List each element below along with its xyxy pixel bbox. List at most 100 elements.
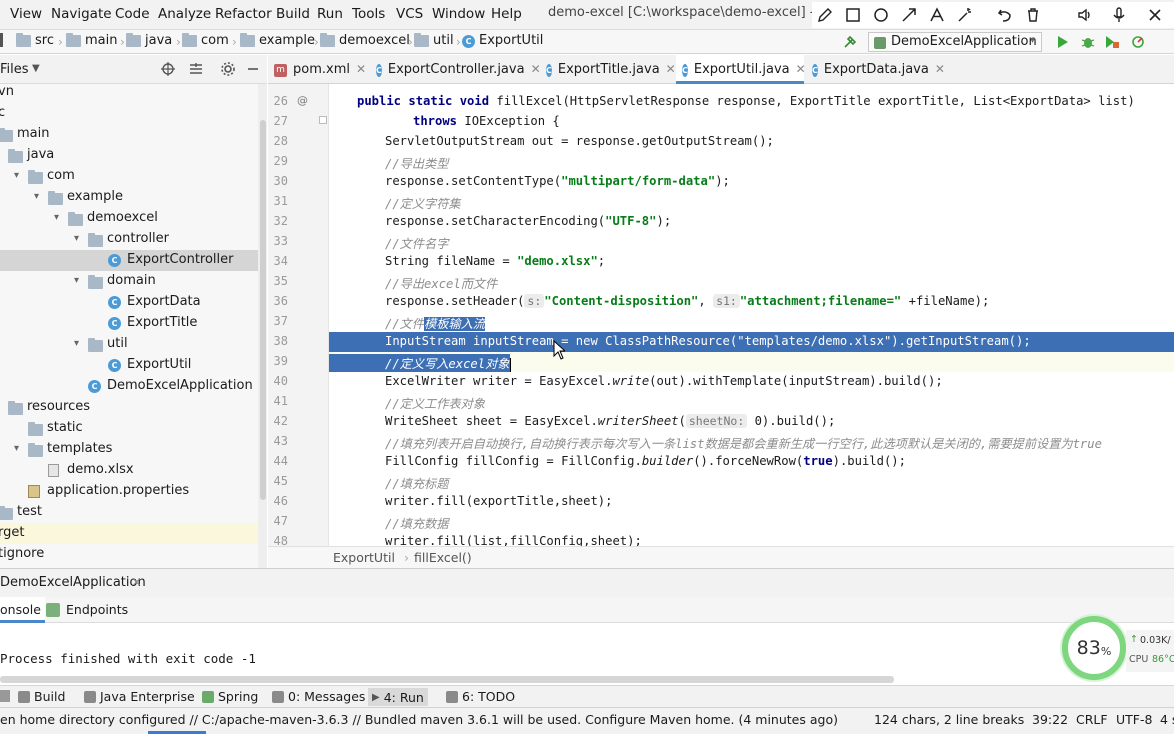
code-line-40[interactable]: ExcelWriter writer = EasyExcel.write(out… xyxy=(329,372,1174,392)
run-config-tab[interactable]: DemoExcelApplication xyxy=(0,575,146,590)
run-configuration-select[interactable]: DemoExcelApplication ▾ xyxy=(868,32,1042,52)
code-line-34[interactable]: String fileName = "demo.xlsx"; xyxy=(329,252,1174,272)
tree-item[interactable]: java xyxy=(0,145,258,166)
tab-exportdata[interactable]: C ExportData.java ✕ xyxy=(812,55,945,84)
file-encoding[interactable]: UTF-8 xyxy=(1116,712,1152,727)
breadcrumb-exportutil[interactable]: C ExportUtil xyxy=(462,33,543,48)
magic-wand-icon[interactable] xyxy=(956,6,974,24)
tree-item[interactable]: test xyxy=(0,502,258,523)
circle-icon[interactable] xyxy=(872,6,890,24)
tree-item[interactable]: static xyxy=(0,418,258,439)
chevron-down-icon[interactable]: ▾ xyxy=(34,191,39,202)
tree-item[interactable]: ▾ domain xyxy=(0,271,258,292)
code-line-32[interactable]: response.setCharacterEncoding("UTF-8"); xyxy=(329,212,1174,232)
gear-icon[interactable] xyxy=(220,61,236,81)
tree-item[interactable]: ▾ com xyxy=(0,166,258,187)
tab-console[interactable]: onsole xyxy=(0,597,45,623)
tree-item[interactable]: rget xyxy=(0,523,258,544)
code-line-28[interactable]: ServletOutputStream out = response.getOu… xyxy=(329,132,1174,152)
code-line-38[interactable]: InputStream inputStream = new ClassPathR… xyxy=(329,332,1174,352)
close-tab-icon[interactable]: ✕ xyxy=(132,576,141,589)
code-line-35[interactable]: //导出excel而文件 xyxy=(329,272,1174,292)
breadcrumb-src[interactable]: src xyxy=(16,32,54,48)
close-icon[interactable] xyxy=(1146,6,1164,24)
text-tool-icon[interactable] xyxy=(928,6,946,24)
tree-item[interactable]: ▾ controller xyxy=(0,229,258,250)
tree-item[interactable]: ▾ demoexcel xyxy=(0,208,258,229)
tree-item[interactable]: C ExportData xyxy=(0,292,258,313)
close-tab-icon[interactable]: ✕ xyxy=(935,62,945,84)
breadcrumb-demoexcel[interactable]: demoexcel xyxy=(320,32,410,48)
microphone-icon[interactable] xyxy=(1110,6,1128,24)
minimize-icon[interactable] xyxy=(246,61,260,81)
cursor-position[interactable]: 39:22 xyxy=(1032,712,1068,727)
menu-refactor[interactable]: Refactor xyxy=(215,6,272,22)
code-line-31[interactable]: //定义字符集 xyxy=(329,192,1174,212)
chevron-down-icon[interactable]: ▾ xyxy=(54,212,59,223)
tool-spring[interactable]: Spring xyxy=(202,689,258,704)
code-line-37[interactable]: //文件模板输入流 xyxy=(329,312,1174,332)
code-line-30[interactable]: response.setContentType("multipart/form-… xyxy=(329,172,1174,192)
code-line-48[interactable]: writer.fill(list,fillConfig,sheet); xyxy=(329,532,1174,546)
tree-item[interactable]: ▾ util xyxy=(0,334,258,355)
code-line-39[interactable]: //定义写入excel对象 xyxy=(329,352,1174,372)
menu-code[interactable]: Code xyxy=(115,6,150,22)
tab-exportutil[interactable]: C ExportUtil.java ✕ xyxy=(676,55,806,84)
rectangle-icon[interactable] xyxy=(844,6,862,24)
cpu-usage-ring[interactable]: 83% xyxy=(1062,616,1126,680)
breadcrumb-method[interactable]: fillExcel() xyxy=(414,550,472,565)
code-line-36[interactable]: response.setHeader(s: "Content-dispositio… xyxy=(329,292,1174,312)
tool-todo[interactable]: 6: TODO xyxy=(446,689,515,704)
console-scrollbar[interactable] xyxy=(0,676,894,683)
code-line-43[interactable]: //填充列表开启自动换行,自动换行表示每次写入一条list数据是都会重新生成一行… xyxy=(329,432,1174,452)
menu-help[interactable]: Help xyxy=(491,6,522,22)
close-tab-icon[interactable]: ✕ xyxy=(666,62,676,84)
trash-icon[interactable] xyxy=(1024,6,1042,24)
code-line-46[interactable]: writer.fill(exportTitle,sheet); xyxy=(329,492,1174,512)
menu-window[interactable]: Window xyxy=(432,6,485,22)
tab-endpoints[interactable]: Endpoints xyxy=(66,602,128,617)
code-line-41[interactable]: //定义工作表对象 xyxy=(329,392,1174,412)
line-separator[interactable]: CRLF xyxy=(1076,712,1108,727)
menu-run[interactable]: Run xyxy=(317,6,343,22)
tree-item[interactable]: resources xyxy=(0,397,258,418)
tree-item[interactable]: ▾ templates xyxy=(0,439,258,460)
code-line-26[interactable]: public static void fillExcel(HttpServlet… xyxy=(329,92,1174,112)
close-tab-icon[interactable]: ✕ xyxy=(531,62,541,84)
tree-item[interactable]: main xyxy=(0,124,258,145)
menu-vcs[interactable]: VCS xyxy=(396,6,423,22)
tree-item[interactable]: ▾ example xyxy=(0,187,258,208)
menu-analyze[interactable]: Analyze xyxy=(158,6,211,22)
arrow-icon[interactable] xyxy=(900,6,918,24)
indent-setting[interactable]: 4 s xyxy=(1160,712,1174,727)
tree-item[interactable]: C ExportController xyxy=(0,250,258,271)
chevron-down-icon[interactable]: ▾ xyxy=(74,233,79,244)
project-view-selector[interactable]: Files xyxy=(0,62,29,77)
code-line-45[interactable]: //填充标题 xyxy=(329,472,1174,492)
chevron-down-icon[interactable]: ▾ xyxy=(74,338,79,349)
collapse-all-icon[interactable] xyxy=(188,61,204,81)
tree-item[interactable]: C ExportUtil xyxy=(0,355,258,376)
debug-icon[interactable] xyxy=(1080,34,1096,54)
coverage-icon[interactable] xyxy=(1104,34,1120,54)
menu-tools[interactable]: Tools xyxy=(352,6,385,22)
tool-build[interactable]: Build xyxy=(18,689,65,704)
tool-run[interactable]: ▶ 4: Run xyxy=(368,688,428,706)
breadcrumb-example[interactable]: example xyxy=(240,32,315,48)
breadcrumb-java[interactable]: java xyxy=(126,32,172,48)
breadcrumb-main[interactable]: main xyxy=(66,32,117,48)
close-tab-icon[interactable]: ✕ xyxy=(796,62,806,81)
fold-icon[interactable] xyxy=(319,116,327,124)
close-tab-icon[interactable]: ✕ xyxy=(356,62,366,84)
tree-item[interactable]: vn xyxy=(0,84,258,103)
override-marker[interactable]: @ xyxy=(297,94,308,107)
menu-build[interactable]: Build xyxy=(276,6,310,22)
chevron-down-icon[interactable]: ▾ xyxy=(74,275,79,286)
breadcrumb-class[interactable]: ExportUtil xyxy=(333,550,395,565)
breadcrumb-com[interactable]: com xyxy=(182,32,229,48)
profiler-icon[interactable] xyxy=(1130,34,1146,54)
tree-item[interactable]: c xyxy=(0,103,258,124)
panel-toggle-icon[interactable] xyxy=(0,690,10,702)
undo-icon[interactable] xyxy=(996,6,1014,24)
run-icon[interactable] xyxy=(1056,34,1070,54)
